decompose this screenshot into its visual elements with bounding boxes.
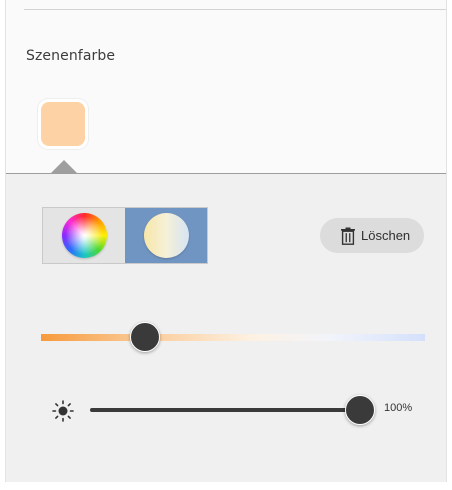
brightness-value: 100% [384,402,413,414]
color-editor: Löschen 100% [6,173,446,482]
color-temperature-slider[interactable] [41,334,425,341]
color-wheel-icon [62,213,107,258]
section-title: Szenenfarbe [26,48,116,64]
color-mode-toggle [42,207,208,264]
delete-button[interactable]: Löschen [320,218,424,253]
brightness-slider[interactable] [90,408,360,412]
trash-icon [341,227,355,245]
scene-color-panel: Szenenfarbe Löschen 100% [5,0,447,482]
swatch-fill [41,102,85,146]
popover-caret [50,160,78,174]
color-temperature-thumb[interactable] [129,322,160,352]
rgb-mode-button[interactable] [43,208,125,263]
delete-label: Löschen [361,228,411,243]
scene-color-swatch[interactable] [38,99,88,149]
white-mode-button[interactable] [125,208,207,263]
white-tone-icon [144,213,189,258]
brightness-thumb[interactable] [345,395,375,425]
sun-icon [52,400,74,422]
top-divider [24,9,446,10]
